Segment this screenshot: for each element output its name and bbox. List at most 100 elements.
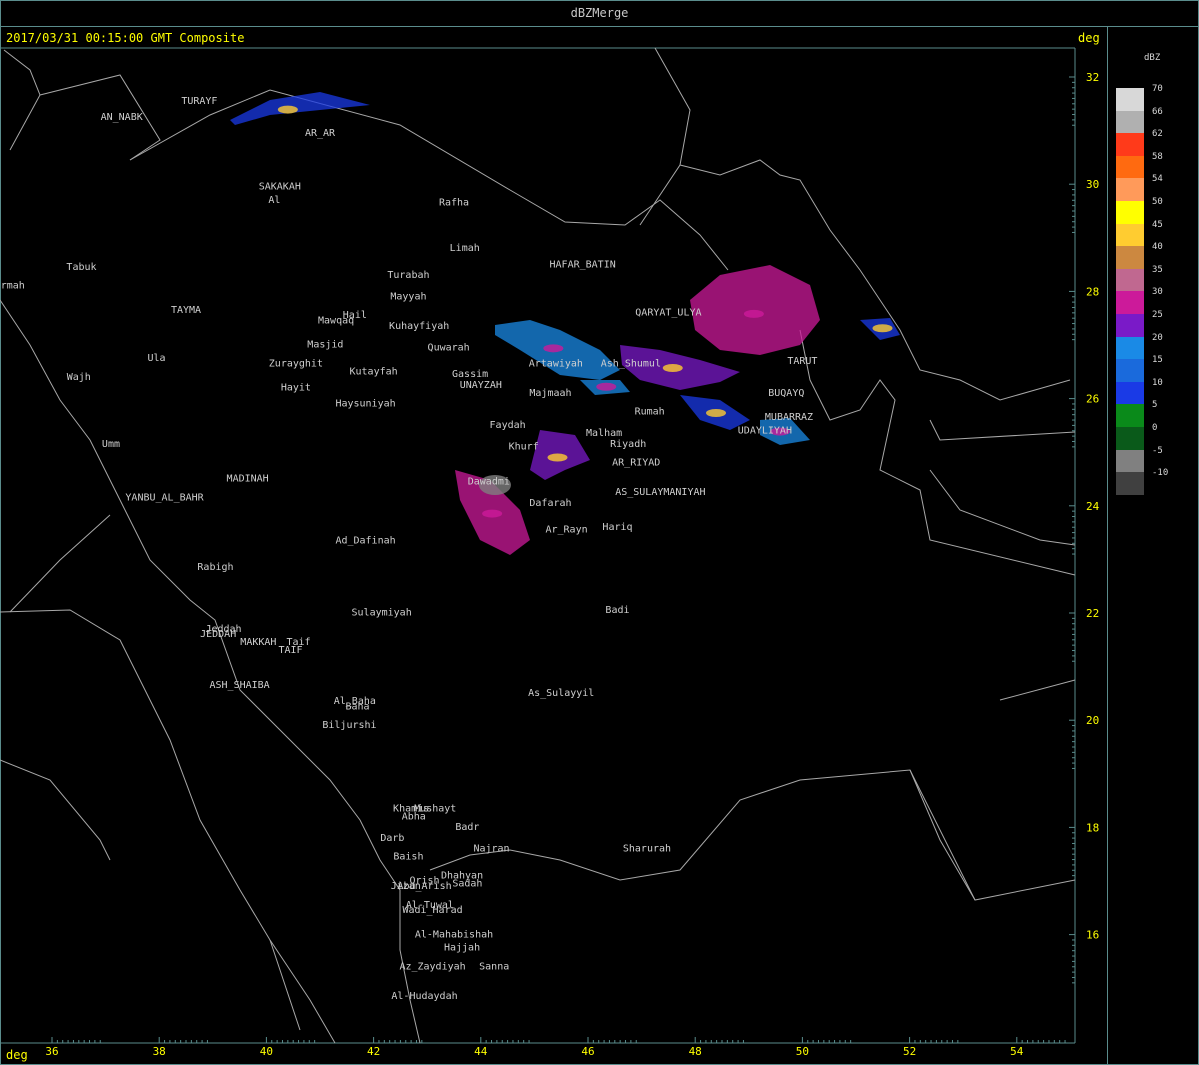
lat-tick-label: 18 [1086, 821, 1099, 834]
city-label: MADINAH [227, 474, 269, 485]
legend-label: 0 [1152, 423, 1158, 433]
city-label: Baha [345, 701, 369, 712]
lon-tick-label: 52 [903, 1045, 916, 1058]
city-label: UDAYLIYAH [738, 425, 792, 436]
lat-tick-label: 16 [1086, 929, 1099, 942]
legend-label: 15 [1152, 355, 1163, 366]
city-label: As_Sulayyil [528, 688, 594, 699]
city-label: Haysuniyah [335, 399, 395, 410]
legend-swatch [1116, 313, 1144, 337]
city-label: Baish [393, 852, 423, 863]
echo-core [706, 409, 726, 417]
echo-core [596, 382, 617, 391]
city-label: UNAYZAH [460, 380, 502, 391]
legend-label: 5 [1152, 400, 1158, 411]
city-label: Limah [450, 243, 480, 254]
radar-map[interactable]: 36 38 40 42 44 46 48 50 52 54 323028262422201816 … [0, 0, 1199, 1065]
city-label: Zurayghit [269, 358, 323, 369]
city-label: TURAYF [181, 96, 217, 107]
lat-tick-label: 28 [1086, 285, 1099, 298]
city-label: Malham [586, 428, 622, 439]
legend-swatch [1116, 110, 1144, 134]
legend-label: -10 [1152, 468, 1169, 479]
echo-core [482, 509, 503, 518]
city-label: Badr [455, 822, 479, 833]
legend-swatch [1116, 178, 1144, 201]
legend-swatch [1116, 268, 1144, 292]
legend-swatch [1116, 449, 1144, 473]
legend-label: 40 [1152, 242, 1163, 253]
city-label: Ula [147, 353, 165, 364]
city-label: Rabigh [197, 562, 233, 573]
city-label: Sulaymiyah [352, 608, 412, 619]
legend-label: 54 [1152, 174, 1163, 185]
city-label: Ad_Dafinah [335, 535, 395, 546]
legend-label: 58 [1152, 151, 1163, 162]
city-label: MUBARRAZ [765, 412, 813, 423]
legend-swatch [1116, 223, 1144, 247]
city-label: Dawadmi [468, 476, 510, 487]
city-label: Al-Mahabishah [415, 929, 493, 940]
city-label: Quwarah [428, 342, 470, 353]
echo-core [743, 309, 764, 318]
city-label: Badi [605, 605, 629, 616]
city-label: Ash_Shumul [601, 358, 661, 369]
city-label: Khurf [509, 442, 539, 453]
legend-label: 45 [1152, 219, 1163, 230]
city-label: Sharmah [0, 281, 25, 292]
legend-swatch [1116, 133, 1144, 156]
city-label: MAKKAH [240, 637, 276, 648]
city-label: Tabuk [66, 262, 96, 273]
city-label: AR_RIYAD [612, 458, 660, 469]
city-label: Kutayfah [350, 366, 398, 377]
timestamp-subtitle: 2017/03/31 00:15:00 GMT Composite [6, 31, 245, 45]
city-label: Kuhayfiyah [389, 321, 449, 332]
legend-label: 70 [1152, 84, 1163, 94]
legend-swatch [1116, 472, 1144, 495]
legend-label: 50 [1152, 197, 1163, 207]
echo-core [872, 324, 893, 333]
city-label: Wadi_Harad [402, 905, 462, 916]
legend-swatch [1116, 359, 1144, 382]
city-label: Al-Hudaydah [391, 991, 457, 1002]
lat-tick-label: 32 [1086, 71, 1099, 84]
city-label: Ar_Rayn [545, 525, 587, 536]
legend-swatch [1116, 155, 1144, 179]
legend-swatch [1116, 426, 1144, 450]
city-label: Sanna [479, 961, 509, 972]
lat-tick-label: 26 [1086, 393, 1099, 406]
lon-tick-label: 40 [260, 1045, 273, 1058]
lon-tick-label: 46 [581, 1045, 594, 1058]
city-labels: TURAYF AN_NABK AR_AR SAKAKAH Al Rafha Limah HAF… [0, 96, 817, 1002]
city-label: Mawqaq [318, 316, 354, 327]
lon-tick-label: 36 [45, 1045, 58, 1058]
city-label: ASH_SHAIBA [209, 680, 269, 691]
city-label: Umm [102, 439, 120, 450]
echo-core [662, 364, 683, 372]
city-label: Majmaah [529, 388, 571, 399]
city-label: TAIF [278, 645, 302, 656]
legend-label: 30 [1152, 287, 1163, 298]
city-label: Abha [402, 811, 426, 822]
city-label: SAKAKAH [259, 182, 301, 193]
legend-swatch [1116, 200, 1144, 224]
city-label: Biljurshi [322, 720, 376, 731]
legend-label: 20 [1152, 332, 1163, 343]
legend-swatch [1116, 336, 1144, 360]
longitude-axis: 36 38 40 42 44 46 48 50 52 54 [45, 1037, 1066, 1058]
legend-title: dBZ [1144, 53, 1161, 63]
city-label: JEDDAH [200, 629, 236, 640]
legend-swatch [1116, 404, 1144, 427]
city-label: Dafarah [529, 498, 571, 509]
lon-tick-label: 48 [689, 1045, 702, 1058]
city-label: Rafha [439, 198, 469, 209]
legend-swatch [1116, 381, 1144, 405]
city-label: AN_NABK [101, 112, 143, 123]
deg-label-top: deg [1078, 31, 1100, 45]
legend-label: 10 [1152, 377, 1163, 388]
lon-tick-label: 38 [153, 1045, 166, 1058]
lat-tick-label: 20 [1086, 714, 1099, 727]
color-legend [1116, 88, 1144, 495]
city-label: TAYMA [171, 305, 201, 316]
city-label: Al [268, 195, 280, 206]
